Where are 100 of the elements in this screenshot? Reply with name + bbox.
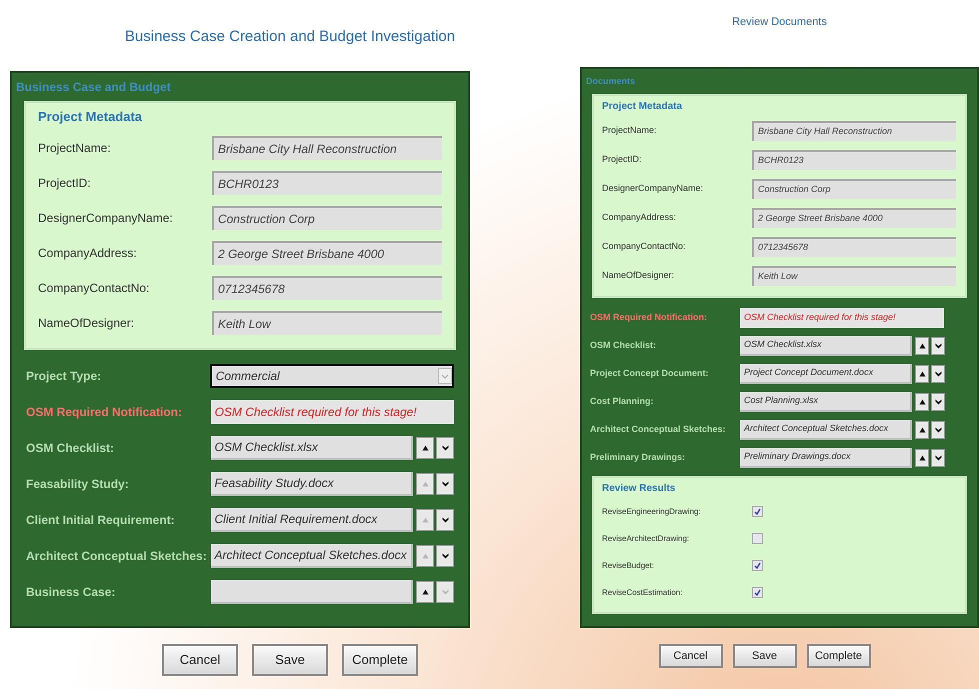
move-down-button[interactable] [931, 421, 945, 439]
checkmark-icon [754, 562, 761, 569]
checkmark-icon [754, 589, 761, 596]
up-triangle-icon [422, 481, 428, 487]
notification-field: OSM Checklist required for this stage! [210, 400, 454, 424]
up-triangle-icon [422, 445, 428, 451]
action-button[interactable]: Complete [342, 644, 418, 676]
file-field[interactable]: Preliminary Drawings.docx [740, 448, 912, 468]
move-up-button[interactable] [915, 393, 929, 411]
file-field[interactable] [210, 580, 413, 604]
move-up-button[interactable] [915, 449, 929, 467]
move-down-button[interactable] [931, 365, 945, 383]
checkbox-label: ReviseCostEstimation: [602, 586, 684, 598]
checkbox[interactable] [752, 560, 763, 571]
move-up-button[interactable] [915, 337, 929, 355]
field-label: Project Type: [26, 368, 102, 385]
up-triangle-icon [918, 399, 926, 405]
field-label: ProjectName: [602, 124, 658, 137]
action-button[interactable]: Save [252, 644, 328, 676]
field-label: Client Initial Requirement: [26, 512, 176, 529]
text-field[interactable]: 2 George Street Brisbane 4000 [212, 240, 442, 264]
section-title: Review Results [602, 482, 676, 496]
page-title: Review Documents [731, 15, 828, 30]
field-label: Architect Conceptual Sketches: [590, 423, 727, 436]
file-field[interactable]: OSM Checklist.xlsx [740, 336, 912, 356]
field-label: DesignerCompanyName: [602, 182, 704, 195]
dropdown-caret-icon [438, 368, 452, 384]
text-field[interactable]: 0712345678 [752, 236, 956, 256]
notification-field: OSM Checklist required for this stage! [740, 308, 944, 328]
section-title: Project Metadata [602, 100, 684, 114]
action-button[interactable]: Save [732, 644, 796, 668]
down-chevron-icon [934, 399, 942, 405]
file-field[interactable]: Architect Conceptual Sketches.docx [740, 420, 912, 440]
file-field[interactable]: Cost Planning.xlsx [740, 392, 912, 412]
field-label: ProjectName: [38, 140, 112, 156]
field-label: ProjectID: [38, 174, 92, 192]
dropdown[interactable]: Commercial [210, 364, 454, 388]
down-chevron-icon [442, 517, 448, 523]
file-field[interactable]: Architect Conceptual Sketches.docx [210, 544, 413, 568]
up-triangle-icon [918, 343, 926, 349]
text-field[interactable]: Keith Low [752, 266, 956, 286]
file-field[interactable]: Project Concept Document.docx [740, 364, 912, 384]
action-button[interactable]: Cancel [162, 644, 238, 676]
up-triangle-icon [422, 589, 428, 595]
panel-title: Documents [585, 74, 636, 88]
move-up-button[interactable] [915, 365, 929, 383]
move-up-button[interactable] [915, 421, 929, 439]
field-label: Architect Conceptual Sketches: [26, 548, 208, 565]
down-chevron-icon [934, 371, 942, 377]
file-field[interactable]: Feasability Study.docx [210, 472, 413, 496]
move-up-button[interactable] [416, 581, 434, 603]
text-field[interactable]: Construction Corp [212, 206, 442, 230]
field-label: CompanyContactNo: [602, 240, 687, 253]
down-chevron-icon [934, 427, 942, 433]
move-down-button[interactable] [436, 473, 454, 495]
text-field[interactable]: Construction Corp [752, 178, 956, 198]
field-label: Project Concept Document: [590, 367, 710, 380]
checkbox[interactable] [752, 587, 763, 598]
down-chevron-icon [442, 553, 448, 559]
file-field[interactable]: OSM Checklist.xlsx [210, 436, 413, 460]
field-label: NameOfDesigner: [38, 314, 136, 332]
move-up-button[interactable] [416, 437, 434, 459]
text-field[interactable]: Brisbane City Hall Reconstruction [752, 120, 956, 140]
up-triangle-icon [422, 553, 428, 559]
field-label: OSM Checklist: [26, 440, 116, 457]
move-down-button[interactable] [436, 509, 454, 531]
field-label: CompanyAddress: [38, 244, 138, 262]
field-label: Business Case: [26, 584, 116, 601]
checkbox-label: ReviseEngineeringDrawing: [602, 506, 702, 518]
down-chevron-icon [442, 589, 448, 595]
checkbox[interactable] [752, 506, 763, 517]
checkbox-label: ReviseBudget: [602, 560, 656, 572]
text-field[interactable]: 2 George Street Brisbane 4000 [752, 208, 956, 228]
notification-label: OSM Required Notification: [26, 404, 183, 421]
text-field[interactable]: Keith Low [212, 310, 442, 334]
field-label: ProjectID: [602, 152, 643, 166]
up-triangle-icon [918, 455, 926, 461]
text-field[interactable]: BCHR0123 [752, 150, 956, 170]
move-down-button[interactable] [931, 393, 945, 411]
notification-label: OSM Required Notification: [590, 311, 708, 324]
move-down-button[interactable] [436, 437, 454, 459]
down-chevron-icon [442, 481, 448, 487]
text-field[interactable]: 0712345678 [212, 276, 442, 300]
text-field[interactable]: Brisbane City Hall Reconstruction [212, 136, 442, 160]
checkbox[interactable] [752, 533, 763, 544]
move-down-button[interactable] [931, 449, 945, 467]
action-button[interactable]: Cancel [658, 644, 722, 668]
field-label: CompanyAddress: [602, 210, 678, 224]
file-field[interactable]: Client Initial Requirement.docx [210, 508, 413, 532]
field-label: OSM Checklist: [590, 339, 658, 352]
panel-title: Business Case and Budget [15, 78, 172, 96]
checkbox-label: ReviseArchitectDrawing: [602, 532, 690, 544]
up-triangle-icon [918, 427, 926, 433]
page-title: Business Case Creation and Budget Investigation [124, 27, 456, 47]
text-field[interactable]: BCHR0123 [212, 170, 442, 194]
action-button[interactable]: Complete [806, 644, 870, 668]
move-down-button[interactable] [436, 545, 454, 567]
up-triangle-icon [422, 517, 428, 523]
move-down-button[interactable] [931, 337, 945, 355]
field-label: NameOfDesigner: [602, 268, 676, 282]
